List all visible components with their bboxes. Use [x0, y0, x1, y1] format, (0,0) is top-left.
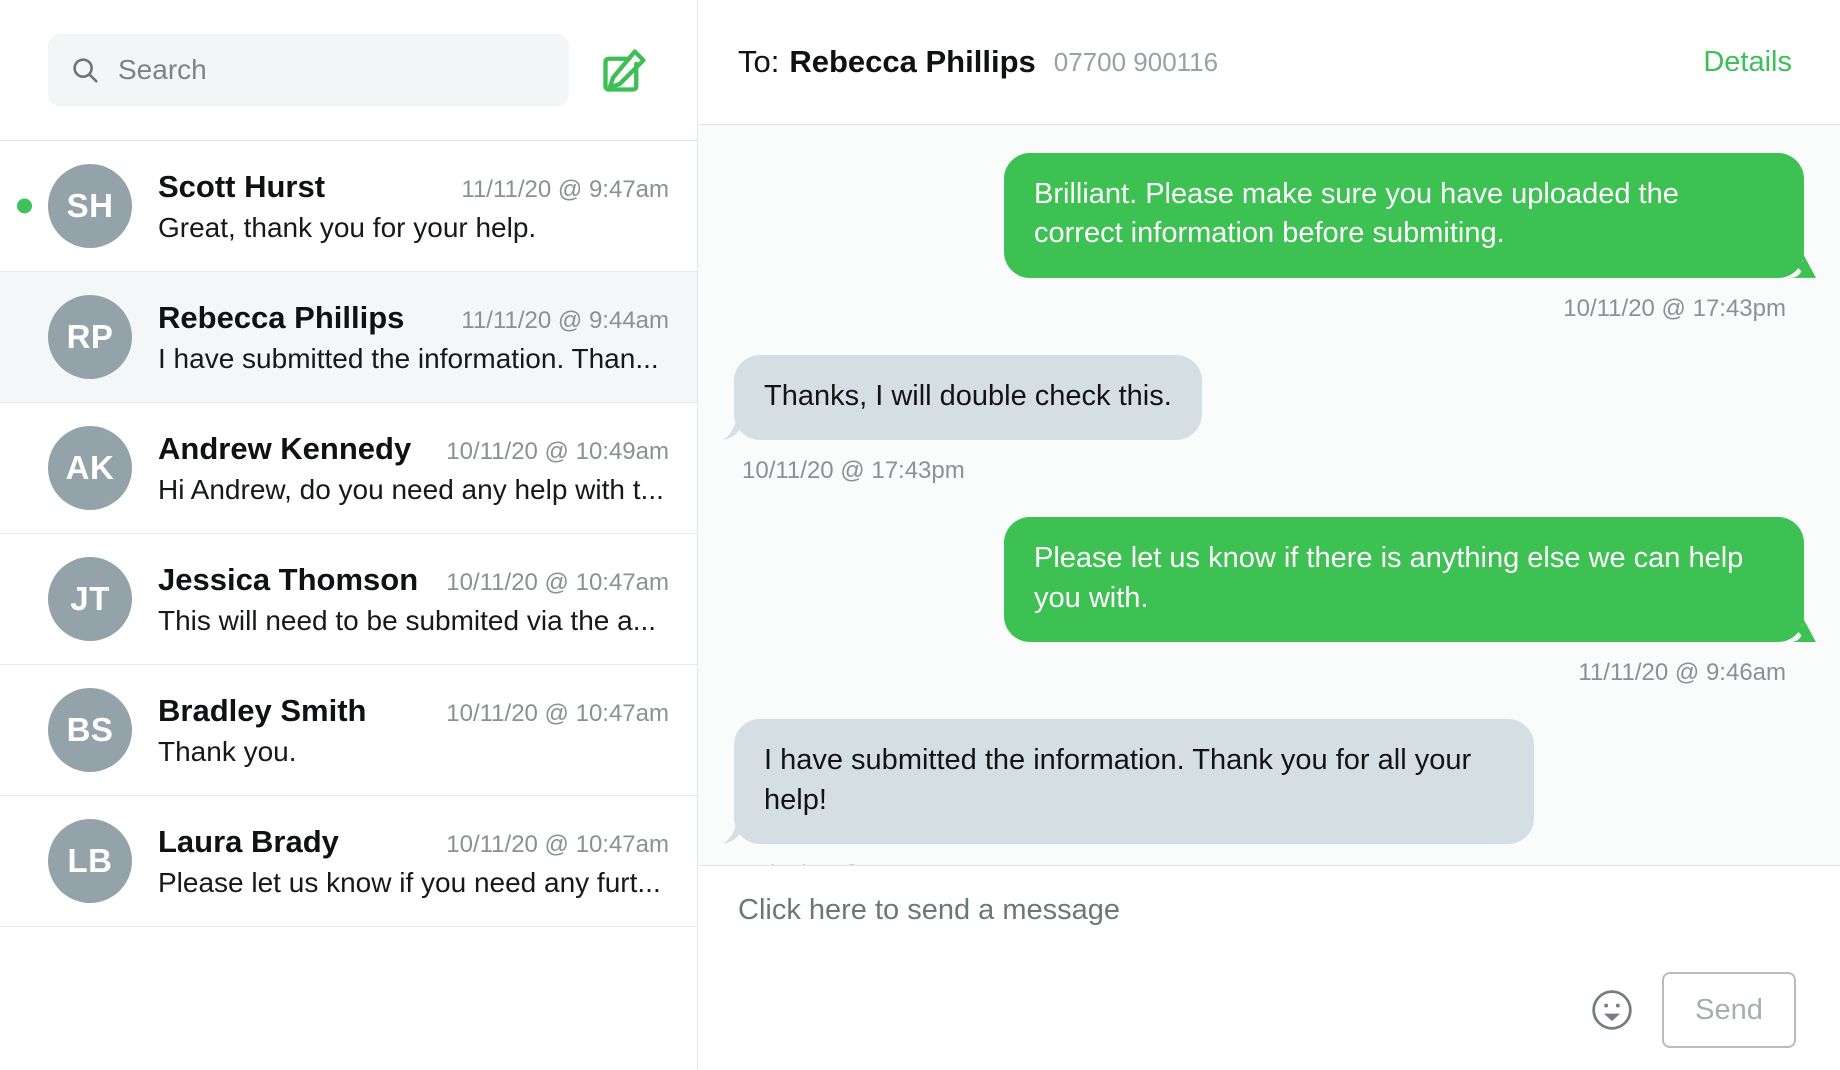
send-button[interactable]: Send [1662, 972, 1796, 1048]
conversation-text: Rebecca Phillips 11/11/20 @ 9:44am I hav… [158, 300, 669, 375]
message-group-incoming: Thanks, I will double check this. 10/11/… [723, 354, 1804, 501]
chat-panel: To: Rebecca Phillips 07700 900116 Detail… [698, 0, 1840, 1070]
conversation-meta: Jessica Thomson 10/11/20 @ 10:47am [158, 562, 669, 598]
composer-actions: Send [738, 972, 1796, 1048]
conversation-timestamp: 10/11/20 @ 10:47am [446, 830, 669, 858]
conversation-text: Andrew Kennedy 10/11/20 @ 10:49am Hi And… [158, 431, 669, 506]
conversation-meta: Bradley Smith 10/11/20 @ 10:47am [158, 693, 669, 729]
message-preview: Thank you. [158, 735, 297, 767]
message-preview: Hi Andrew, do you need any help with t..… [158, 473, 664, 505]
recipient-label: To: [738, 44, 780, 79]
conversation-text: Jessica Thomson 10/11/20 @ 10:47am This … [158, 562, 669, 637]
contact-name: Rebecca Phillips [158, 299, 405, 335]
contact-name: Jessica Thomson [158, 561, 419, 597]
conversation-meta: Scott Hurst 11/11/20 @ 9:47am [158, 169, 669, 205]
bubble-tail-icon [723, 815, 745, 845]
contact-name: Bradley Smith [158, 692, 367, 728]
messaging-app: SH Scott Hurst 11/11/20 @ 9:47am Great, … [0, 0, 1840, 1070]
conversation-row-rebecca-phillips[interactable]: RP Rebecca Phillips 11/11/20 @ 9:44am I … [0, 272, 697, 403]
message-input[interactable] [738, 892, 1796, 972]
conversation-list[interactable]: SH Scott Hurst 11/11/20 @ 9:47am Great, … [0, 140, 697, 1070]
avatar: AK [48, 426, 132, 510]
recipient-phone: 07700 900116 [1053, 46, 1219, 77]
conversation-text: Laura Brady 10/11/20 @ 10:47am Please le… [158, 824, 669, 899]
conversation-meta: Andrew Kennedy 10/11/20 @ 10:49am [158, 431, 669, 467]
chat-header: To: Rebecca Phillips 07700 900116 Detail… [698, 0, 1840, 125]
avatar: BS [48, 688, 132, 772]
message-group-outgoing: Brilliant. Please make sure you have upl… [734, 153, 1815, 339]
conversation-timestamp: 10/11/20 @ 10:49am [446, 437, 669, 465]
compose-pencil-icon[interactable] [597, 42, 653, 98]
avatar: LB [48, 819, 132, 903]
unread-indicator-dot [17, 198, 32, 214]
smiley-face-icon[interactable] [1590, 988, 1634, 1032]
search-box[interactable] [48, 34, 569, 106]
bubble-tail-icon [723, 411, 745, 441]
bubble-tail-icon [1793, 613, 1815, 643]
message-text: I have submitted the information. Thank … [764, 744, 1472, 816]
conversation-row-bradley-smith[interactable]: BS Bradley Smith 10/11/20 @ 10:47am Than… [0, 665, 697, 796]
message-text: Please let us know if there is anything … [1034, 542, 1744, 614]
avatar: JT [48, 557, 132, 641]
search-icon [70, 55, 100, 85]
sidebar-toolbar [0, 0, 697, 140]
conversation-timestamp: 10/11/20 @ 10:47am [446, 568, 669, 596]
message-timestamp: 11/11/20 @ 9:46am [1578, 659, 1786, 687]
conversation-row-scott-hurst[interactable]: SH Scott Hurst 11/11/20 @ 9:47am Great, … [0, 141, 697, 272]
conversation-text: Bradley Smith 10/11/20 @ 10:47am Thank y… [158, 693, 669, 768]
conversation-meta: Rebecca Phillips 11/11/20 @ 9:44am [158, 300, 669, 336]
contact-name: Scott Hurst [158, 168, 326, 204]
conversation-meta: Laura Brady 10/11/20 @ 10:47am [158, 824, 669, 860]
message-composer: Send [698, 865, 1840, 1070]
message-text: Thanks, I will double check this. [764, 379, 1172, 412]
message-text: Brilliant. Please make sure you have upl… [1034, 178, 1679, 250]
message-bubble-incoming[interactable]: I have submitted the information. Thank … [723, 719, 1534, 845]
avatar: SH [48, 164, 132, 248]
conversation-timestamp: 11/11/20 @ 9:47am [461, 175, 669, 203]
search-input[interactable] [118, 34, 547, 106]
contact-name: Andrew Kennedy [158, 430, 412, 466]
recipient-name: Rebecca Phillips [789, 44, 1036, 79]
message-group-outgoing: Please let us know if there is anything … [734, 517, 1815, 703]
conversation-timestamp: 11/11/20 @ 9:44am [461, 306, 669, 334]
avatar: RP [48, 295, 132, 379]
message-preview: Please let us know if you need any furt.… [158, 866, 661, 898]
message-preview: Great, thank you for your help. [158, 211, 537, 243]
message-group-incoming: I have submitted the information. Thank … [723, 719, 1804, 865]
message-thread: Brilliant. Please make sure you have upl… [698, 125, 1840, 865]
bubble-tail-icon [1793, 248, 1815, 278]
details-link[interactable]: Details [1703, 46, 1792, 79]
message-preview: This will need to be submited via the a.… [158, 604, 657, 636]
conversation-text: Scott Hurst 11/11/20 @ 9:47am Great, tha… [158, 169, 669, 244]
message-timestamp: 10/11/20 @ 17:43pm [1563, 294, 1786, 322]
message-bubble-incoming[interactable]: Thanks, I will double check this. [723, 354, 1202, 441]
conversation-timestamp: 10/11/20 @ 10:47am [446, 699, 669, 727]
message-bubble-outgoing[interactable]: Please let us know if there is anything … [1004, 517, 1815, 643]
conversation-row-laura-brady[interactable]: LB Laura Brady 10/11/20 @ 10:47am Please… [0, 796, 697, 927]
conversation-sidebar: SH Scott Hurst 11/11/20 @ 9:47am Great, … [0, 0, 698, 1070]
conversation-row-jessica-thomson[interactable]: JT Jessica Thomson 10/11/20 @ 10:47am Th… [0, 534, 697, 665]
conversation-row-andrew-kennedy[interactable]: AK Andrew Kennedy 10/11/20 @ 10:49am Hi … [0, 403, 697, 534]
contact-name: Laura Brady [158, 823, 339, 859]
message-preview: I have submitted the information. Than..… [158, 342, 659, 374]
message-timestamp: 10/11/20 @ 17:43pm [742, 457, 965, 485]
message-bubble-outgoing[interactable]: Brilliant. Please make sure you have upl… [1004, 153, 1815, 278]
